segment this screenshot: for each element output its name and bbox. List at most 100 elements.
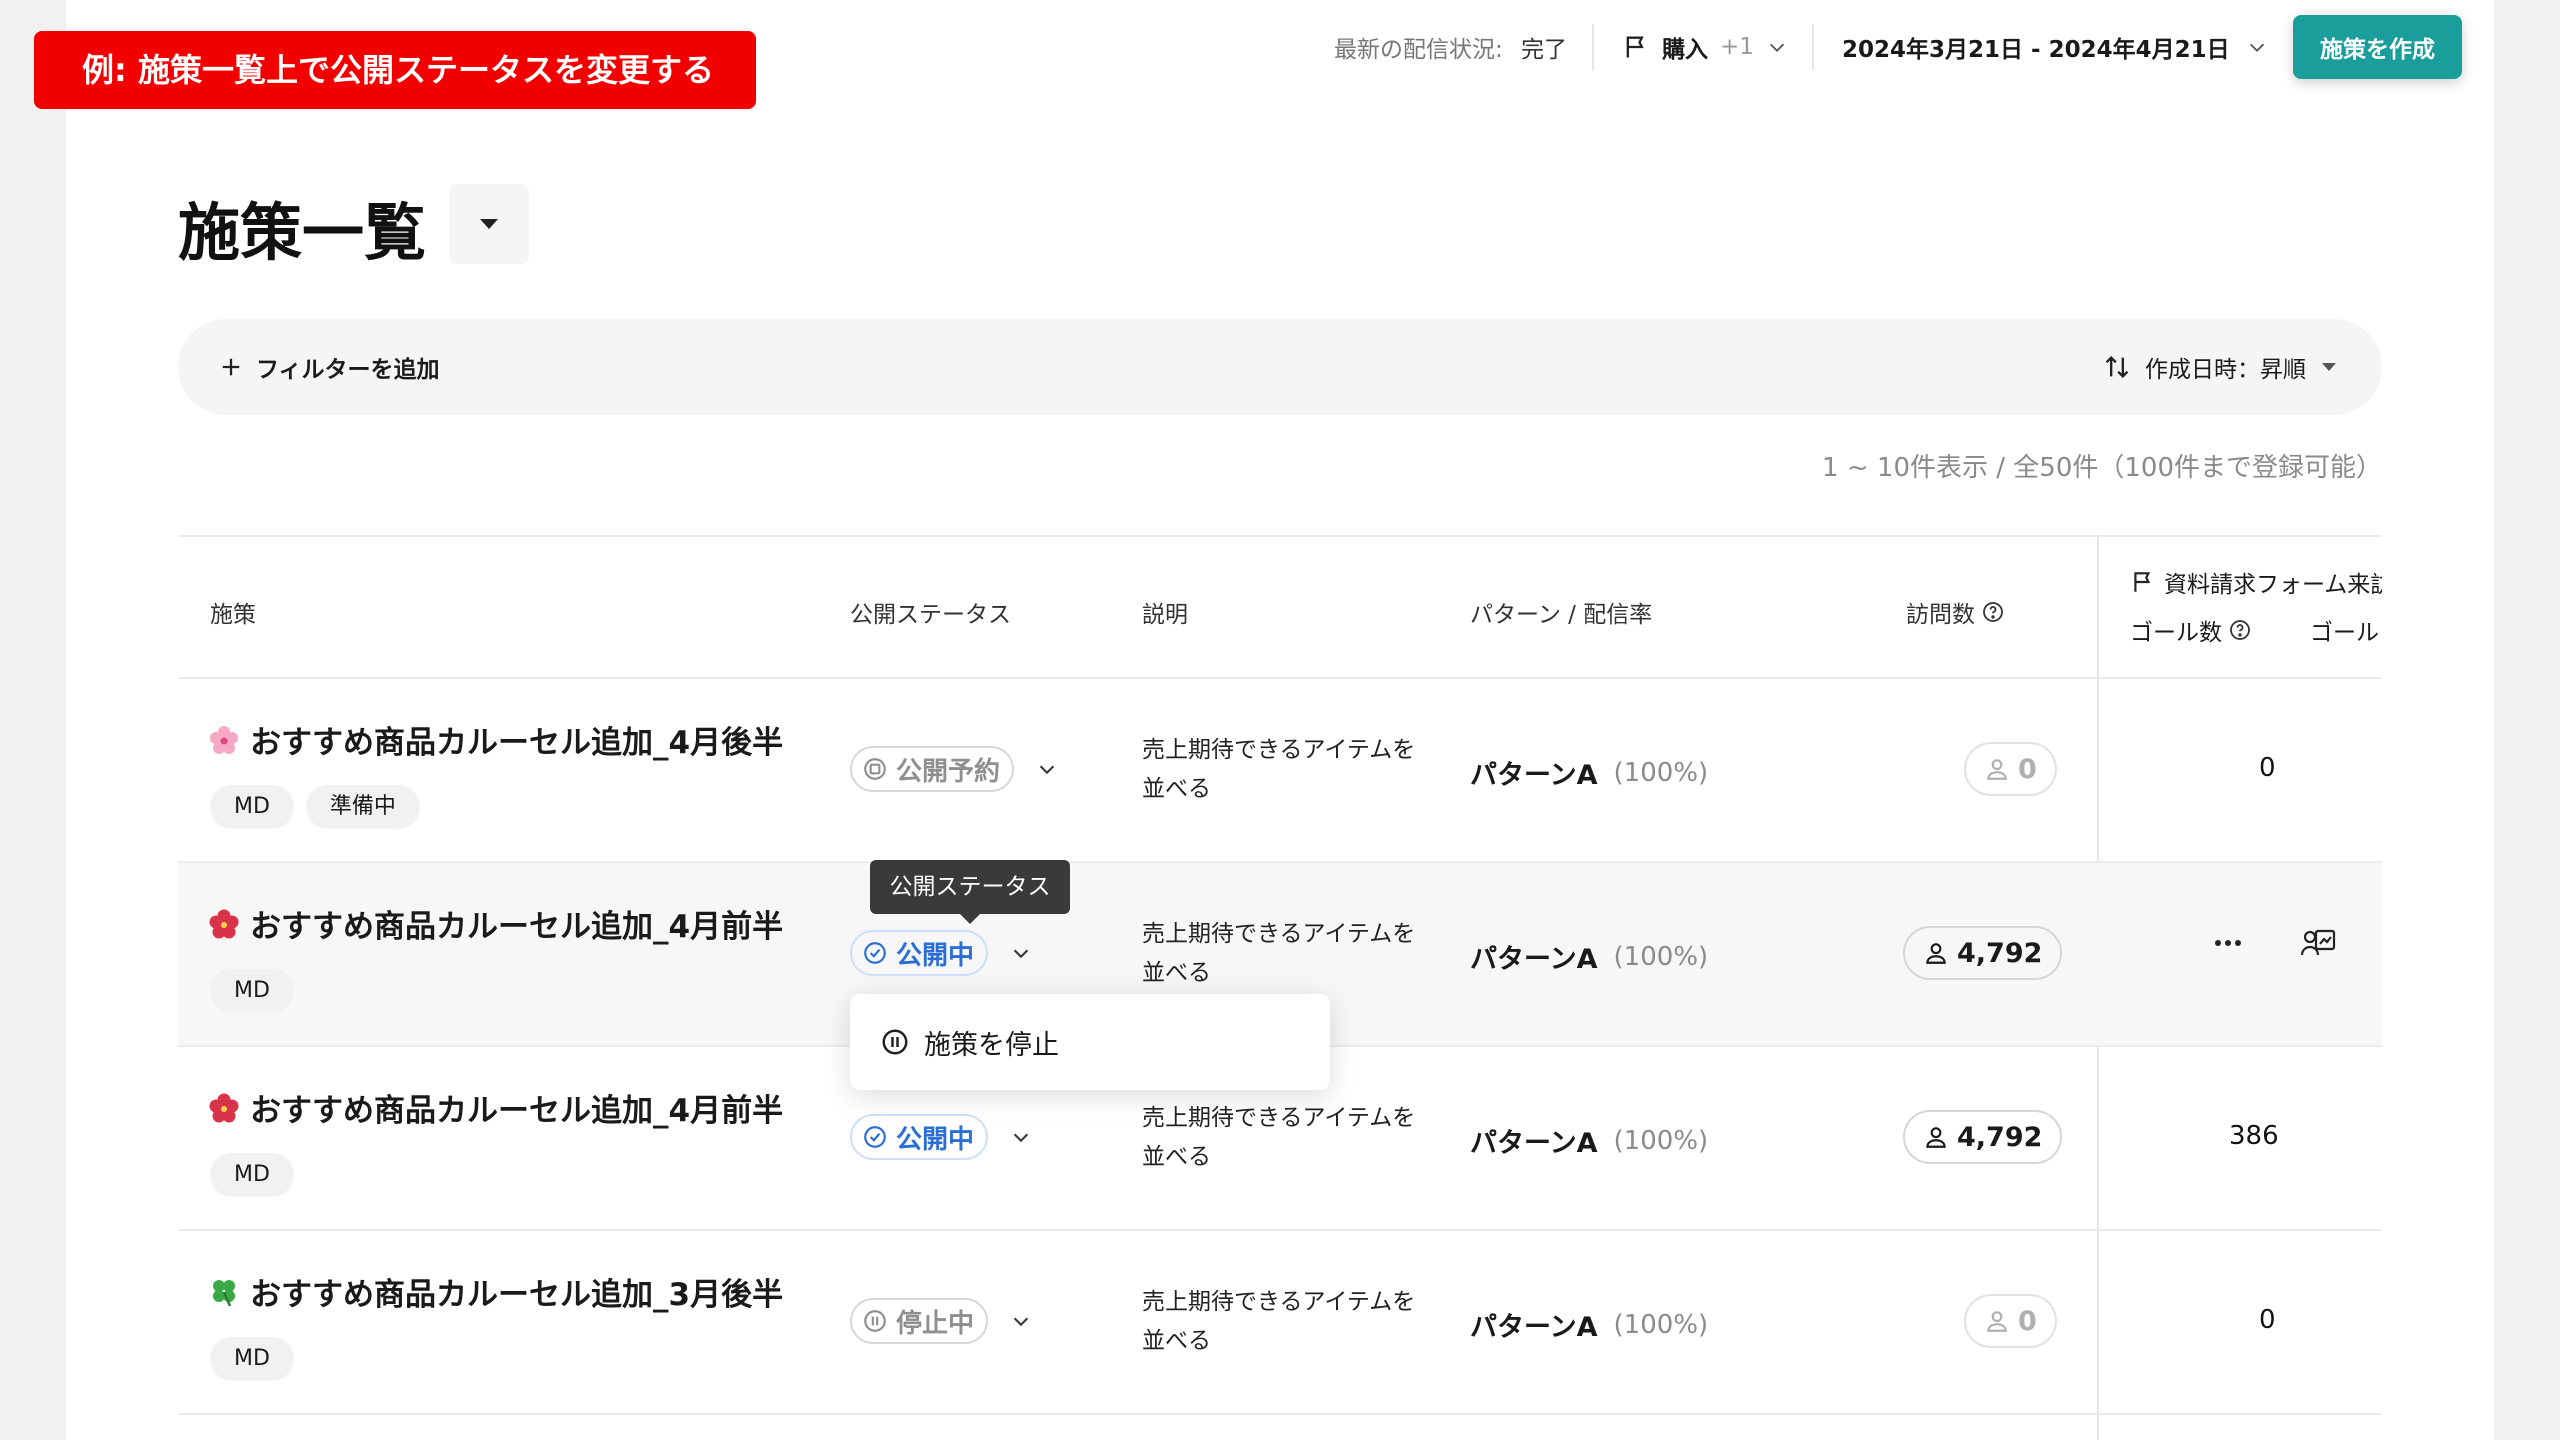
check-circle-icon <box>864 942 886 964</box>
create-campaign-button[interactable]: 施策を作成 <box>2293 15 2462 79</box>
help-icon[interactable] <box>2228 618 2252 642</box>
visits-badge[interactable]: 0 <box>1964 1294 2057 1348</box>
goal-name: 購入 <box>1662 37 1708 63</box>
tag-list: MD <box>210 1337 294 1381</box>
table-header: 施策 公開ステータス 説明 パターン / 配信率 訪問数 資料請求フォーム来訪 … <box>178 535 2382 679</box>
chevron-down-icon <box>2249 43 2264 52</box>
pause-circle-icon <box>882 1029 908 1055</box>
column-header-campaign: 施策 <box>210 602 256 628</box>
status-dropdown[interactable]: 公開中 <box>850 1114 1032 1160</box>
campaign-description: 売上期待できるアイテムを並べる <box>1142 1105 1416 1170</box>
visits-count: 0 <box>2018 1305 2037 1337</box>
pattern-info: パターンA (100%) <box>1470 1121 1708 1160</box>
pattern-name: パターンA <box>1470 760 1598 791</box>
status-text: 公開予約 <box>896 756 1001 787</box>
pattern-rate: (100%) <box>1613 1309 1709 1340</box>
goal-count-value: 386 <box>2229 1121 2279 1151</box>
status-dropdown[interactable]: 停止中 <box>850 1298 1032 1344</box>
tag-list: MD <box>210 969 294 1013</box>
status-badge: 公開中 <box>850 1114 989 1160</box>
date-range-picker[interactable]: 2024年3月21日 - 2024年4月21日 <box>1842 22 2268 72</box>
plus-icon <box>222 358 240 376</box>
visits-count: 4,792 <box>1957 937 2043 969</box>
status-text: 公開中 <box>896 1124 975 1155</box>
add-filter-button[interactable]: フィルターを追加 <box>220 319 440 415</box>
goal-count-header-label: ゴール数 <box>2130 620 2222 646</box>
table-row[interactable]: おすすめ商品カルーセル追加_4月後半 MD 準備中 公開予約 売上期待できるアイ… <box>178 679 2382 863</box>
goal-column-group-header: 資料請求フォーム来訪 <box>2130 565 2382 599</box>
pattern-rate: (100%) <box>1613 941 1709 972</box>
status-dropdown[interactable]: 公開中 <box>850 930 1032 976</box>
tag: MD <box>210 1337 294 1381</box>
column-header-goal-rate: ゴール <box>2310 620 2379 646</box>
status-badge: 公開予約 <box>850 746 1015 792</box>
header-divider <box>1812 24 1814 70</box>
goal-column-title: 資料請求フォーム来訪 <box>2164 572 2382 598</box>
sort-icon <box>2105 356 2129 378</box>
flag-icon <box>2134 572 2151 592</box>
caret-down-icon <box>2322 363 2336 371</box>
campaign-title[interactable]: おすすめ商品カルーセル追加_4月後半 <box>208 717 783 762</box>
delivery-status-value: 完了 <box>1521 37 1567 63</box>
status-badge: 公開中 <box>850 930 989 976</box>
chevron-down-icon <box>1769 43 1784 52</box>
column-header-pattern: パターン / 配信率 <box>1470 602 1653 628</box>
goal-more-count: +1 <box>1720 34 1754 60</box>
report-icon[interactable] <box>2298 923 2338 963</box>
page-title: 施策一覧 <box>178 196 427 269</box>
goal-selector[interactable]: 購入 +1 <box>1622 22 1788 72</box>
visits-badge[interactable]: 0 <box>1964 742 2057 796</box>
campaign-description: 売上期待できるアイテムを並べる <box>1142 1289 1416 1354</box>
help-icon[interactable] <box>1981 600 2005 624</box>
user-icon <box>1926 1127 1946 1148</box>
visits-badge[interactable]: 4,792 <box>1903 926 2063 980</box>
tag-list: MD 準備中 <box>210 785 420 829</box>
column-header-description: 説明 <box>1142 602 1188 628</box>
pattern-info: パターンA (100%) <box>1470 753 1708 792</box>
column-header-status: 公開ステータス <box>850 602 1011 628</box>
tag: MD <box>210 1153 294 1197</box>
tag: MD <box>210 969 294 1013</box>
example-banner: 例: 施策一覧上で公開ステータスを変更する <box>34 31 756 109</box>
chevron-down-icon <box>1013 949 1029 959</box>
pause-circle-icon <box>864 1310 886 1332</box>
column-header-goal-count: ゴール数 <box>2130 613 2252 647</box>
sort-control[interactable]: 作成日時：昇順 <box>2103 319 2338 415</box>
chevron-down-icon <box>1039 765 1055 775</box>
more-options-icon[interactable] <box>2208 923 2248 963</box>
status-badge: 停止中 <box>850 1298 989 1344</box>
visits-count: 4,792 <box>1957 1121 2043 1153</box>
status-menu: 施策を停止 <box>850 994 1330 1090</box>
visits-header-label: 訪問数 <box>1906 602 1975 628</box>
pattern-info: パターンA (100%) <box>1470 937 1708 976</box>
user-icon <box>1987 1311 2007 1332</box>
tag: 準備中 <box>305 785 420 829</box>
filter-bar: フィルターを追加 作成日時：昇順 <box>178 319 2382 415</box>
scheduled-icon <box>864 758 886 780</box>
sort-label: 作成日時：昇順 <box>2145 357 2306 383</box>
visits-count: 0 <box>2018 753 2037 785</box>
campaign-title[interactable]: おすすめ商品カルーセル追加_4月前半 <box>208 901 783 946</box>
header-divider <box>1592 24 1594 70</box>
check-circle-icon <box>864 1126 886 1148</box>
campaign-title[interactable]: おすすめ商品カルーセル追加_4月前半 <box>208 1085 783 1130</box>
campaign-title[interactable]: おすすめ商品カルーセル追加_3月後半 <box>208 1269 783 1314</box>
date-range-text: 2024年3月21日 - 2024年4月21日 <box>1842 37 2230 63</box>
visits-badge[interactable]: 4,792 <box>1903 1110 2063 1164</box>
four-leaf-clover-icon <box>213 1279 235 1306</box>
row-actions <box>2208 923 2338 963</box>
campaign-title-text: おすすめ商品カルーセル追加_4月前半 <box>250 1093 784 1129</box>
stop-campaign-menu-item[interactable]: 施策を停止 <box>924 1023 1059 1062</box>
delivery-status-label: 最新の配信状況: <box>1334 37 1503 63</box>
pattern-name: パターンA <box>1470 1312 1598 1343</box>
chevron-down-icon <box>1013 1133 1029 1143</box>
title-dropdown-button[interactable] <box>449 184 529 264</box>
status-dropdown[interactable]: 公開予約 <box>850 746 1058 792</box>
tag-list: MD <box>210 1153 294 1197</box>
pattern-rate: (100%) <box>1613 1125 1709 1156</box>
table-row[interactable]: おすすめ商品カルーセル追加_3月後半 MD 停止中 売上期待できるアイテムを並べ… <box>178 1231 2382 1415</box>
pattern-name: パターンA <box>1470 1128 1598 1159</box>
hibiscus-icon <box>209 909 239 938</box>
campaign-title-text: おすすめ商品カルーセル追加_4月後半 <box>250 725 784 761</box>
flag-icon <box>1626 36 1644 58</box>
